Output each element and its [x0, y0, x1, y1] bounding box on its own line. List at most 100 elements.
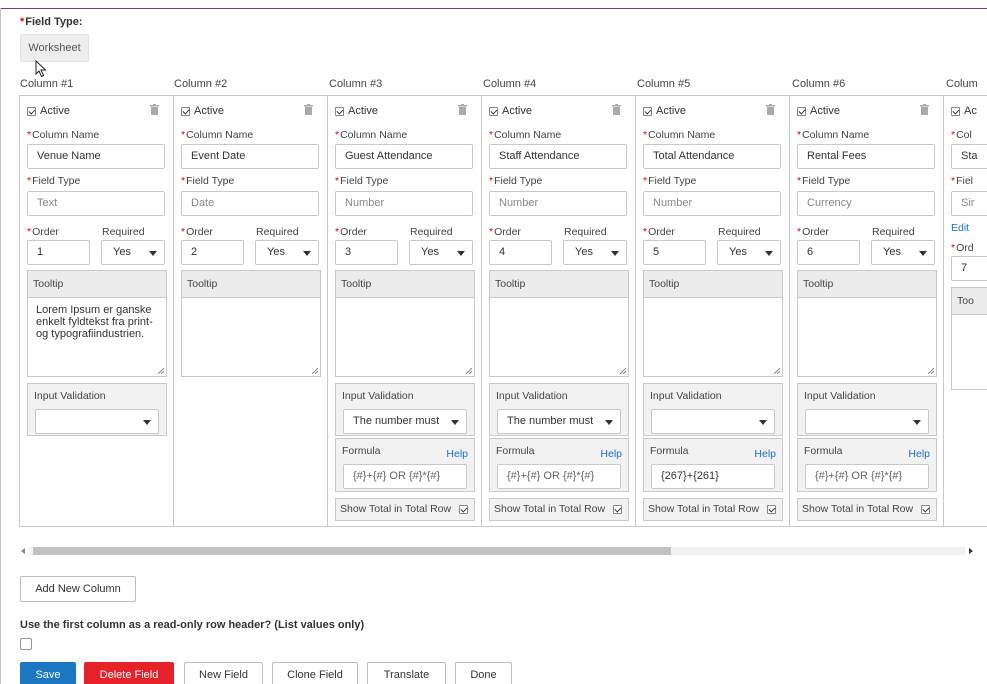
- input-validation-select[interactable]: [805, 409, 929, 434]
- top-border: [0, 8, 987, 9]
- tooltip-textarea[interactable]: [798, 299, 936, 376]
- column-card: Active *Column Name Staff Attendance *Fi…: [481, 95, 635, 527]
- order-label: *Order: [181, 226, 213, 238]
- column-name-input[interactable]: Staff Attendance: [489, 144, 627, 169]
- active-checkbox[interactable]: Active: [643, 105, 686, 117]
- done-button[interactable]: Done: [455, 662, 512, 684]
- order-input[interactable]: 3: [335, 240, 398, 265]
- save-button[interactable]: Save: [20, 662, 76, 684]
- column-name-input[interactable]: Event Date: [181, 144, 319, 169]
- add-new-column-button[interactable]: Add New Column: [20, 576, 136, 602]
- active-checkbox[interactable]: Active: [27, 105, 70, 117]
- scroll-right-arrow-icon[interactable]: [969, 548, 973, 554]
- required-select[interactable]: Yes: [717, 240, 781, 265]
- required-select[interactable]: Yes: [101, 240, 165, 265]
- tooltip-label: Tooltip: [490, 271, 628, 298]
- resize-handle-icon[interactable]: [312, 368, 318, 374]
- trash-icon[interactable]: [150, 104, 159, 115]
- column-name-input[interactable]: Guest Attendance: [335, 144, 473, 169]
- column-name-label: *Column Name: [27, 129, 100, 141]
- order-input[interactable]: 5: [643, 240, 706, 265]
- order-label: *Order: [797, 226, 829, 238]
- formula-help-link[interactable]: Help: [600, 448, 622, 460]
- required-select[interactable]: Yes: [409, 240, 473, 265]
- checkbox-checked-icon[interactable]: [27, 106, 36, 116]
- column-name-input[interactable]: Venue Name: [27, 144, 165, 169]
- row-header-checkbox[interactable]: [20, 638, 32, 650]
- tooltip-textarea[interactable]: [182, 299, 320, 376]
- checkbox-checked-icon[interactable]: [181, 106, 190, 116]
- checkbox-checked-icon[interactable]: [335, 106, 344, 116]
- trash-icon[interactable]: [766, 104, 775, 115]
- show-total-row: Show Total in Total Row: [335, 498, 475, 521]
- column-name-label: *Column Name: [643, 129, 716, 141]
- resize-handle-icon[interactable]: [466, 368, 472, 374]
- active-checkbox[interactable]: Active: [181, 105, 224, 117]
- checkbox-checked-icon[interactable]: [643, 106, 652, 116]
- resize-handle-icon[interactable]: [774, 368, 780, 374]
- order-label: *Order: [643, 226, 675, 238]
- columns-scroll-area[interactable]: Column #1 Active *Column Name Venue Name…: [19, 78, 987, 528]
- trash-icon[interactable]: [612, 104, 621, 115]
- scrollbar-thumb[interactable]: [33, 547, 671, 555]
- order-input[interactable]: 1: [27, 240, 90, 265]
- active-label: Active: [502, 105, 532, 117]
- horizontal-scrollbar[interactable]: [19, 543, 975, 558]
- tooltip-textarea[interactable]: [490, 299, 628, 376]
- column-name-input[interactable]: Sta: [951, 144, 987, 169]
- formula-input[interactable]: {#}+{#} OR {#}*{#}: [497, 464, 621, 489]
- active-label: Ac: [964, 105, 977, 117]
- resize-handle-icon[interactable]: [928, 368, 934, 374]
- input-validation-select[interactable]: [651, 409, 775, 434]
- tooltip-textarea[interactable]: [336, 299, 474, 376]
- checkbox-checked-icon[interactable]: [489, 106, 498, 116]
- formula-help-link[interactable]: Help: [908, 448, 930, 460]
- active-checkbox[interactable]: Active: [335, 105, 378, 117]
- active-checkbox[interactable]: Active: [797, 105, 840, 117]
- checkbox-checked-icon[interactable]: [797, 106, 806, 116]
- formula-panel: Formula Help {#}+{#} OR {#}*{#}: [489, 438, 629, 492]
- order-input[interactable]: 2: [181, 240, 244, 265]
- tooltip-textarea[interactable]: Lorem Ipsum er ganske enkelt fyldtekst f…: [28, 299, 166, 376]
- new-field-button[interactable]: New Field: [184, 662, 263, 684]
- mouse-cursor-icon: [35, 60, 47, 78]
- show-total-checkbox[interactable]: [921, 505, 930, 514]
- scroll-left-arrow-icon[interactable]: [21, 548, 25, 554]
- show-total-checkbox[interactable]: [767, 505, 776, 514]
- show-total-row: Show Total in Total Row: [489, 498, 629, 521]
- column-name-input[interactable]: Total Attendance: [643, 144, 781, 169]
- active-checkbox[interactable]: Active: [489, 105, 532, 117]
- formula-input[interactable]: {267}+{261}: [651, 464, 775, 489]
- trash-icon[interactable]: [458, 104, 467, 115]
- active-checkbox[interactable]: Ac: [951, 105, 977, 117]
- input-validation-select[interactable]: [35, 409, 159, 434]
- formula-input[interactable]: {#}+{#} OR {#}*{#}: [805, 464, 929, 489]
- translate-button[interactable]: Translate: [367, 662, 446, 684]
- show-total-checkbox[interactable]: [613, 505, 622, 514]
- required-select[interactable]: Yes: [563, 240, 627, 265]
- trash-icon[interactable]: [920, 104, 929, 115]
- order-input[interactable]: 4: [489, 240, 552, 265]
- formula-input[interactable]: {#}+{#} OR {#}*{#}: [343, 464, 467, 489]
- tooltip-textarea[interactable]: [644, 299, 782, 376]
- order-input[interactable]: 7: [951, 256, 987, 281]
- edit-link[interactable]: Edit: [951, 222, 969, 234]
- show-total-checkbox[interactable]: [459, 505, 468, 514]
- required-select[interactable]: Yes: [871, 240, 935, 265]
- active-label: Active: [348, 105, 378, 117]
- resize-handle-icon[interactable]: [620, 368, 626, 374]
- formula-help-link[interactable]: Help: [446, 448, 468, 460]
- formula-help-link[interactable]: Help: [754, 448, 776, 460]
- input-validation-panel: Input Validation: [643, 383, 783, 436]
- resize-handle-icon[interactable]: [158, 368, 164, 374]
- checkbox-checked-icon[interactable]: [951, 106, 960, 116]
- column-name-input[interactable]: Rental Fees: [797, 144, 935, 169]
- input-validation-select[interactable]: The number must: [497, 409, 621, 434]
- required-select[interactable]: Yes: [255, 240, 319, 265]
- trash-icon[interactable]: [304, 104, 313, 115]
- order-input[interactable]: 6: [797, 240, 860, 265]
- clone-field-button[interactable]: Clone Field: [272, 662, 358, 684]
- input-validation-select[interactable]: The number must: [343, 409, 467, 434]
- delete-field-button[interactable]: Delete Field: [84, 662, 174, 684]
- active-label: Active: [194, 105, 224, 117]
